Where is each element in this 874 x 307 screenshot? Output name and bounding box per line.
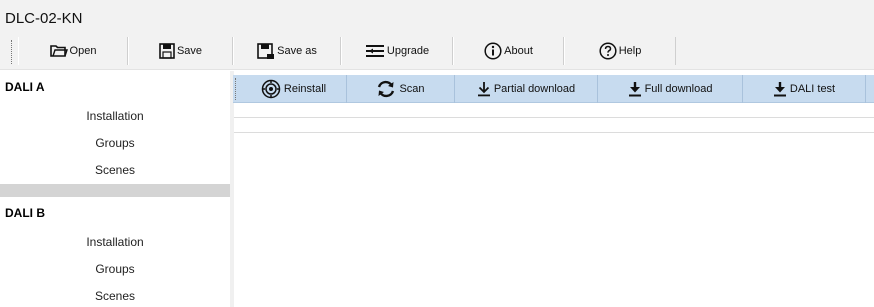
upgrade-icon [365,44,385,58]
dali-test-label: DALI test [789,83,836,95]
help-button[interactable]: Help [564,37,676,65]
sidebar-item-groups-a[interactable]: Groups [0,136,230,150]
full-download-label: Full download [644,83,713,95]
panel-splitter[interactable] [230,71,234,307]
dali-test-button[interactable]: DALI test [743,75,866,103]
action-toolbar: Reinstall Scan Partial download Full dow… [233,75,874,103]
sidebar-item-scenes-b[interactable]: Scenes [0,289,230,303]
info-icon [484,42,502,60]
full-download-button[interactable]: Full download [598,75,743,103]
folder-open-icon [49,44,68,58]
sidebar-item-installation-a[interactable]: Installation [0,109,230,123]
save-button[interactable]: Save [128,37,233,65]
save-label: Save [176,45,203,57]
save-as-icon [257,42,275,60]
content-header-strip [234,117,874,133]
action-toolbar-grip[interactable] [235,78,238,100]
partial-download-icon [477,81,491,97]
save-as-button[interactable]: Save as [233,37,341,65]
save-disk-icon [159,43,175,59]
upgrade-label: Upgrade [386,45,430,57]
sidebar-item-groups-b[interactable]: Groups [0,262,230,276]
about-label: About [504,45,533,57]
upgrade-button[interactable]: Upgrade [341,37,453,65]
partial-download-label: Partial download [493,83,576,95]
main-toolbar: Open Save Save as Upgrade About Help [0,34,874,70]
partial-download-button[interactable]: Partial download [455,75,598,103]
reinstall-label: Reinstall [283,83,327,95]
save-as-label: Save as [277,45,317,57]
about-button[interactable]: About [453,37,564,65]
section-header-dali-a: DALI A [5,80,45,94]
dali-test-download-icon [773,81,787,97]
reinstall-button[interactable]: Reinstall [241,75,347,103]
open-button[interactable]: Open [18,37,128,65]
title-bar: DLC-02-KN [0,0,874,34]
sidebar-item-scenes-a[interactable]: Scenes [0,163,230,177]
toolbar-grip[interactable] [11,40,14,64]
sidebar-separator [0,184,230,197]
help-icon [599,42,617,60]
section-header-dali-b: DALI B [5,206,45,220]
scan-button[interactable]: Scan [347,75,455,103]
sidebar-item-installation-b[interactable]: Installation [0,235,230,249]
open-label: Open [69,45,97,57]
refresh-icon [376,80,396,98]
window-title: DLC-02-KN [5,10,83,27]
sidebar: DALI A Installation Groups Scenes DALI B… [0,71,230,307]
full-download-icon [628,81,642,97]
scan-label: Scan [399,83,425,95]
reinstall-icon [261,79,281,99]
help-label: Help [618,45,642,57]
